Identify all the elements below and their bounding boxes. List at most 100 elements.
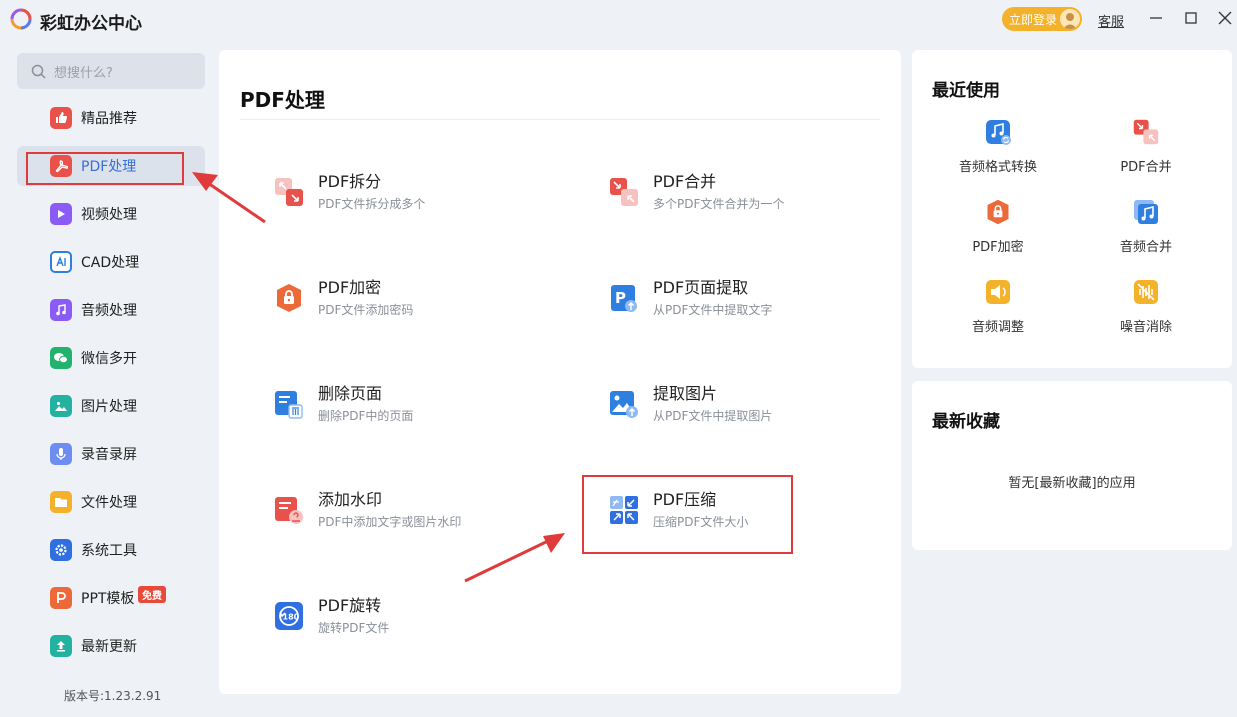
pdf-merge-icon [608,176,640,208]
noise-removal-icon [1132,278,1160,306]
version-label: 版本号:1.23.2.91 [64,689,162,703]
tool-pdf-compress[interactable]: PDF压缩 压缩PDF文件大小 [608,480,908,540]
pdf-rotate-icon: 180 [273,600,305,632]
sidebar-item-system-tools[interactable]: 系统工具 [17,530,205,570]
image-icon [50,395,72,417]
volume-icon [984,278,1012,306]
tool-name: PDF旋转 [318,596,382,615]
recent-item-label: 音频格式转换 [958,160,1037,175]
sidebar-item-label: 音频处理 [81,303,137,319]
sidebar-item-updates[interactable]: 最新更新 [17,626,205,666]
svg-text:180: 180 [283,613,300,622]
audio-merge-icon [1132,198,1160,226]
tool-pdf-encrypt[interactable]: PDF加密 PDF文件添加密码 [273,268,573,328]
recent-item-pdf-merge[interactable]: PDF合并 [1086,118,1206,178]
tool-name: 添加水印 [318,490,383,509]
ppt-icon [50,587,72,609]
pdf-compress-icon [608,494,640,526]
recent-item-volume-adjust[interactable]: 音频调整 [938,278,1058,338]
upload-icon [50,635,72,657]
sidebar-item-label: 录音录屏 [81,447,137,463]
pdf-encrypt-icon [984,198,1012,226]
tool-delete-page[interactable]: 删除页面 删除PDF中的页面 [273,374,573,434]
sidebar-item-label: 最新更新 [81,639,137,655]
pdf-merge-icon [1132,118,1160,146]
customer-service-link[interactable]: 客服 [1098,11,1124,30]
sidebar-item-pdf[interactable]: PDF处理 [17,146,205,186]
microphone-icon [50,443,72,465]
sidebar-item-label: 精品推荐 [81,111,137,127]
recent-panel: 最近使用 音频格式转换 PDF合并 PDF加密 音频合并 音频调整 噪音消除 [912,50,1232,368]
recent-item-noise-removal[interactable]: 噪音消除 [1086,278,1206,338]
recent-item-audio-merge[interactable]: 音频合并 [1086,198,1206,258]
recent-item-audio-convert[interactable]: 音频格式转换 [938,118,1058,178]
recent-item-label: 噪音消除 [1119,320,1172,335]
sidebar-item-label: 视频处理 [81,207,137,223]
sidebar-item-audio[interactable]: 音频处理 [17,290,205,330]
search-icon [31,64,46,79]
recent-item-label: PDF加密 [972,240,1024,255]
thumbs-up-icon [50,107,72,129]
sidebar-item-label: PDF处理 [81,159,137,175]
favorites-title: 最新收藏 [932,412,1000,432]
sidebar-item-wechat[interactable]: 微信多开 [17,338,205,378]
tool-name: PDF压缩 [653,490,717,509]
tool-name: 删除页面 [318,384,383,403]
minimize-icon[interactable] [1147,9,1165,27]
tool-pdf-rotate[interactable]: 180 PDF旋转 旋转PDF文件 [273,586,573,646]
login-button[interactable]: 立即登录 [1002,7,1082,31]
tool-name: PDF页面提取 [653,278,749,297]
recent-item-label: PDF合并 [1120,160,1172,175]
tool-description: PDF文件添加密码 [318,303,414,317]
music-icon [50,299,72,321]
login-label: 立即登录 [1009,12,1058,27]
tool-pdf-extract-page[interactable]: P PDF页面提取 从PDF文件中提取文字 [608,268,908,328]
play-icon [50,203,72,225]
maximize-icon[interactable] [1182,9,1200,27]
close-icon[interactable] [1216,9,1234,27]
watermark-icon [273,494,305,526]
page-title: PDF处理 [240,88,325,112]
svg-text:P: P [615,289,626,307]
app-title: 彩虹办公中心 [40,14,142,34]
sidebar-item-image[interactable]: 图片处理 [17,386,205,426]
sidebar-item-ppt[interactable]: PPT模板 免费 [17,578,205,618]
tool-pdf-split[interactable]: PDF拆分 PDF文件拆分成多个 [273,162,573,222]
tool-add-watermark[interactable]: 添加水印 PDF中添加文字或图片水印 [273,480,573,540]
tool-description: 删除PDF中的页面 [318,409,414,423]
tool-description: 多个PDF文件合并为一个 [653,197,785,211]
main-panel: PDF处理 PDF拆分 PDF文件拆分成多个 PDF合并 多个PDF文件合并为一… [219,50,901,694]
extract-image-icon [608,388,640,420]
recent-item-pdf-encrypt[interactable]: PDF加密 [938,198,1058,258]
sidebar-item-cad[interactable]: CAD处理 [17,242,205,282]
folder-icon [50,491,72,513]
favorites-empty-text: 暂无[最新收藏]的应用 [1008,476,1136,491]
sidebar-item-video[interactable]: 视频处理 [17,194,205,234]
recent-item-label: 音频调整 [971,320,1024,335]
sidebar-item-label: 图片处理 [81,399,137,415]
avatar-icon [1060,9,1080,29]
tool-description: PDF文件拆分成多个 [318,197,426,211]
delete-page-icon [273,388,305,420]
tool-name: PDF拆分 [318,172,382,191]
tool-name: PDF合并 [653,172,717,191]
tool-extract-image[interactable]: 提取图片 从PDF文件中提取图片 [608,374,908,434]
sidebar-item-files[interactable]: 文件处理 [17,482,205,522]
tool-pdf-merge[interactable]: PDF合并 多个PDF文件合并为一个 [608,162,908,222]
recent-title: 最近使用 [932,81,1000,101]
search-input[interactable]: 想搜什么? [17,53,205,89]
pdf-split-icon [273,176,305,208]
tool-description: 压缩PDF文件大小 [653,515,749,529]
sidebar-item-recommended[interactable]: 精品推荐 [17,98,205,138]
pdf-icon [50,155,72,177]
sidebar-item-recording[interactable]: 录音录屏 [17,434,205,474]
tool-description: PDF中添加文字或图片水印 [318,515,462,529]
sidebar-item-label: PPT模板 [81,591,135,607]
tool-description: 旋转PDF文件 [318,621,390,635]
app-logo-icon [10,8,32,30]
audio-convert-icon [984,118,1012,146]
search-placeholder: 想搜什么? [54,65,113,81]
tool-description: 从PDF文件中提取文字 [653,303,773,317]
sidebar-item-label: 文件处理 [81,495,137,511]
gear-icon [50,539,72,561]
